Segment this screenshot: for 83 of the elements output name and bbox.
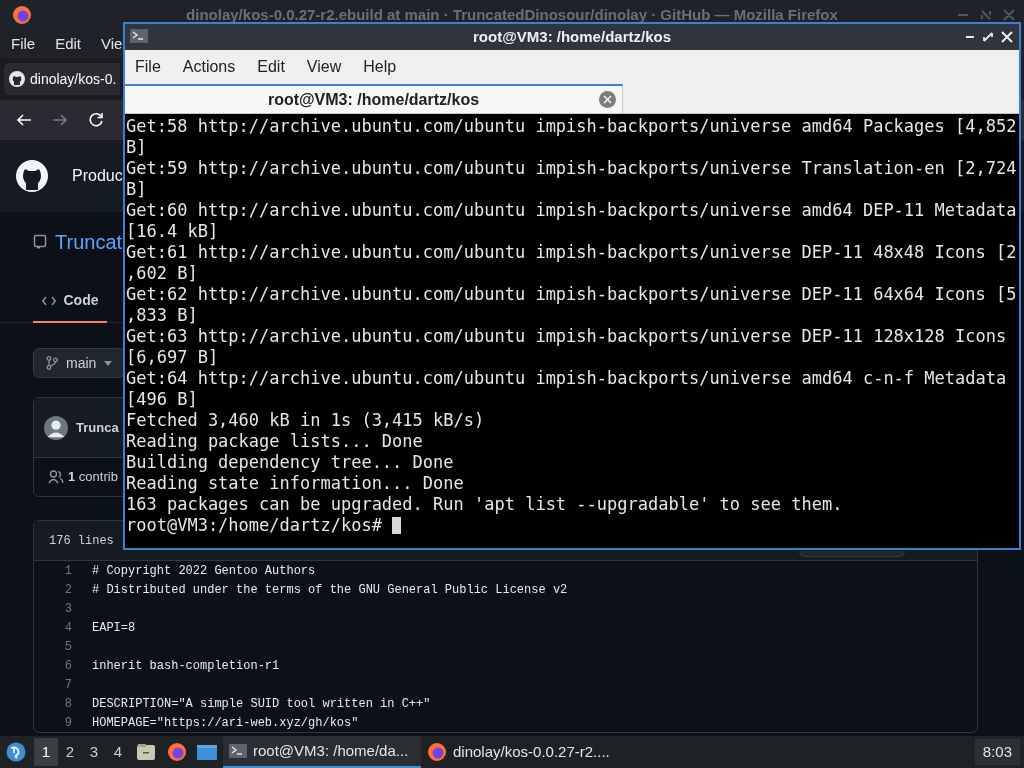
maximize-icon[interactable]	[983, 32, 993, 42]
line-number: 3	[63, 600, 72, 618]
terminal-line: Get:64 http://archive.ubuntu.com/ubuntu impish-backports/universe amd64 c-n-f Metadata	[126, 368, 1008, 389]
avatar-icon	[44, 415, 68, 440]
workspace-button[interactable]: 2	[58, 738, 82, 766]
terminal-line: Reading package lists... Done	[126, 431, 424, 452]
line-number: 7	[63, 676, 72, 694]
menu-item[interactable]: Help	[363, 55, 397, 79]
clock[interactable]: 8:03	[974, 739, 1020, 765]
terminal-line: Get:62 http://archive.ubuntu.com/ubuntu impish-backports/universe DEP-11 64x64 Icons [5	[126, 284, 1018, 305]
line-number: 9	[63, 714, 72, 732]
line-number: 5	[63, 638, 72, 656]
terminal-line: Building dependency tree... Done	[126, 452, 455, 473]
code-line: inherit bash-completion-r1	[92, 657, 280, 675]
line-number: 4	[63, 619, 72, 637]
terminal-prompt: root@VM3:/home/dartz/kos#	[126, 515, 383, 536]
browser-tab[interactable]: dinolay/kos-0.	[4, 63, 120, 95]
repo-icon	[33, 234, 47, 250]
taskbar-button[interactable]: root@VM3: /home/da...	[223, 736, 421, 768]
caret-icon	[104, 360, 113, 366]
github-logo-icon[interactable]	[16, 160, 48, 192]
menu-item[interactable]: Edit	[55, 32, 82, 56]
window-controls-icon	[956, 8, 1016, 22]
menu-item[interactable]: View	[306, 55, 342, 79]
terminal-line: ,833 B]	[126, 305, 199, 326]
terminal-line: Get:63 http://archive.ubuntu.com/ubuntu impish-backports/universe DEP-11 128x128 Icons	[126, 326, 1008, 347]
workspace-button[interactable]: 4	[106, 738, 130, 766]
terminal-line: [6,697 B]	[126, 347, 220, 368]
terminal-icon	[229, 744, 247, 758]
menu-item[interactable]: Actions	[182, 55, 236, 79]
line-number: 6	[63, 657, 72, 675]
code-line: DESCRIPTION="A simple SUID tool written in C++"	[92, 695, 431, 713]
terminal-line: B]	[126, 137, 148, 158]
minimize-icon[interactable]	[965, 33, 975, 41]
window-icon[interactable]	[197, 743, 217, 761]
terminal-line: Get:58 http://archive.ubuntu.com/ubuntu impish-backports/universe amd64 Packages [4,852	[126, 116, 1018, 137]
close-icon[interactable]	[1001, 31, 1013, 43]
terminal-line: Get:60 http://archive.ubuntu.com/ubuntu impish-backports/universe amd64 DEP-11 Metadata	[126, 200, 1018, 221]
terminal-icon	[130, 29, 148, 43]
file-manager-icon[interactable]	[136, 742, 156, 762]
terminal-line: [496 B]	[126, 389, 199, 410]
branch-icon	[46, 356, 58, 370]
menu-item[interactable]: Vie	[101, 32, 123, 56]
terminal-line: 163 packages can be upgraded. Run 'apt list --upgradable' to see them.	[126, 494, 844, 515]
close-tab-icon[interactable]	[599, 91, 616, 108]
menu-item[interactable]: Edit	[257, 55, 285, 79]
terminal-line: Get:59 http://archive.ubuntu.com/ubuntu impish-backports/universe Translation-en [2,724	[126, 158, 1018, 179]
menu-item[interactable]: File	[135, 55, 161, 79]
window-title: dinolay/kos-0.0.27-r2.ebuild at main · TruncatedDinosour/dinolay · GitHub — Mozilla Firefox	[186, 4, 838, 25]
menu-item[interactable]: File	[11, 32, 36, 56]
terminal-line: Reading state information... Done	[126, 473, 465, 494]
terminal-line: ,602 B]	[126, 263, 199, 284]
code-line: # Distributed under the terms of the GNU General Public License v2	[92, 581, 568, 599]
window-title: root@VM3: /home/dartz/kos	[473, 26, 671, 47]
nav-link[interactable]: Produc	[72, 164, 123, 188]
terminal-line: [16.4 kB]	[126, 221, 220, 242]
commit-author[interactable]: Trunca	[76, 417, 119, 438]
line-number: 1	[63, 562, 72, 580]
contributors-text[interactable]: 1 contrib	[68, 467, 118, 487]
line-number: 2	[63, 581, 72, 599]
terminal-line: Fetched 3,460 kB in 1s (3,415 kB/s)	[126, 410, 486, 431]
workspace-button[interactable]: 3	[82, 738, 106, 766]
code-line: HOMEPAGE="https://ari-web.xyz/gh/kos"	[92, 714, 359, 732]
repo-name[interactable]: Truncat	[55, 227, 123, 257]
start-menu-icon[interactable]	[6, 742, 26, 762]
repo-tab[interactable]: Code	[33, 280, 107, 323]
github-icon	[9, 71, 25, 87]
taskbar-button[interactable]: dinolay/kos-0.0.27-r2....	[421, 736, 619, 768]
people-icon	[48, 470, 64, 484]
workspace-button[interactable]: 1	[34, 738, 58, 766]
firefox-icon	[12, 5, 32, 25]
text-cursor	[392, 517, 402, 534]
code-line: # Copyright 2022 Gentoo Authors	[92, 562, 316, 580]
branch-button[interactable]: main	[33, 348, 126, 378]
code-line: EAPI=8	[92, 619, 136, 637]
line-number: 8	[63, 695, 72, 713]
file-info: 176 lines	[49, 532, 114, 550]
terminal-tab[interactable]: root@VM3: /home/dartz/kos	[125, 84, 623, 113]
terminal-line: B]	[126, 179, 148, 200]
terminal-line: Get:61 http://archive.ubuntu.com/ubuntu impish-backports/universe DEP-11 48x48 Icons [2	[126, 242, 1018, 263]
firefox-icon	[427, 742, 447, 762]
firefox-icon[interactable]	[167, 742, 187, 762]
code-icon	[41, 295, 56, 306]
